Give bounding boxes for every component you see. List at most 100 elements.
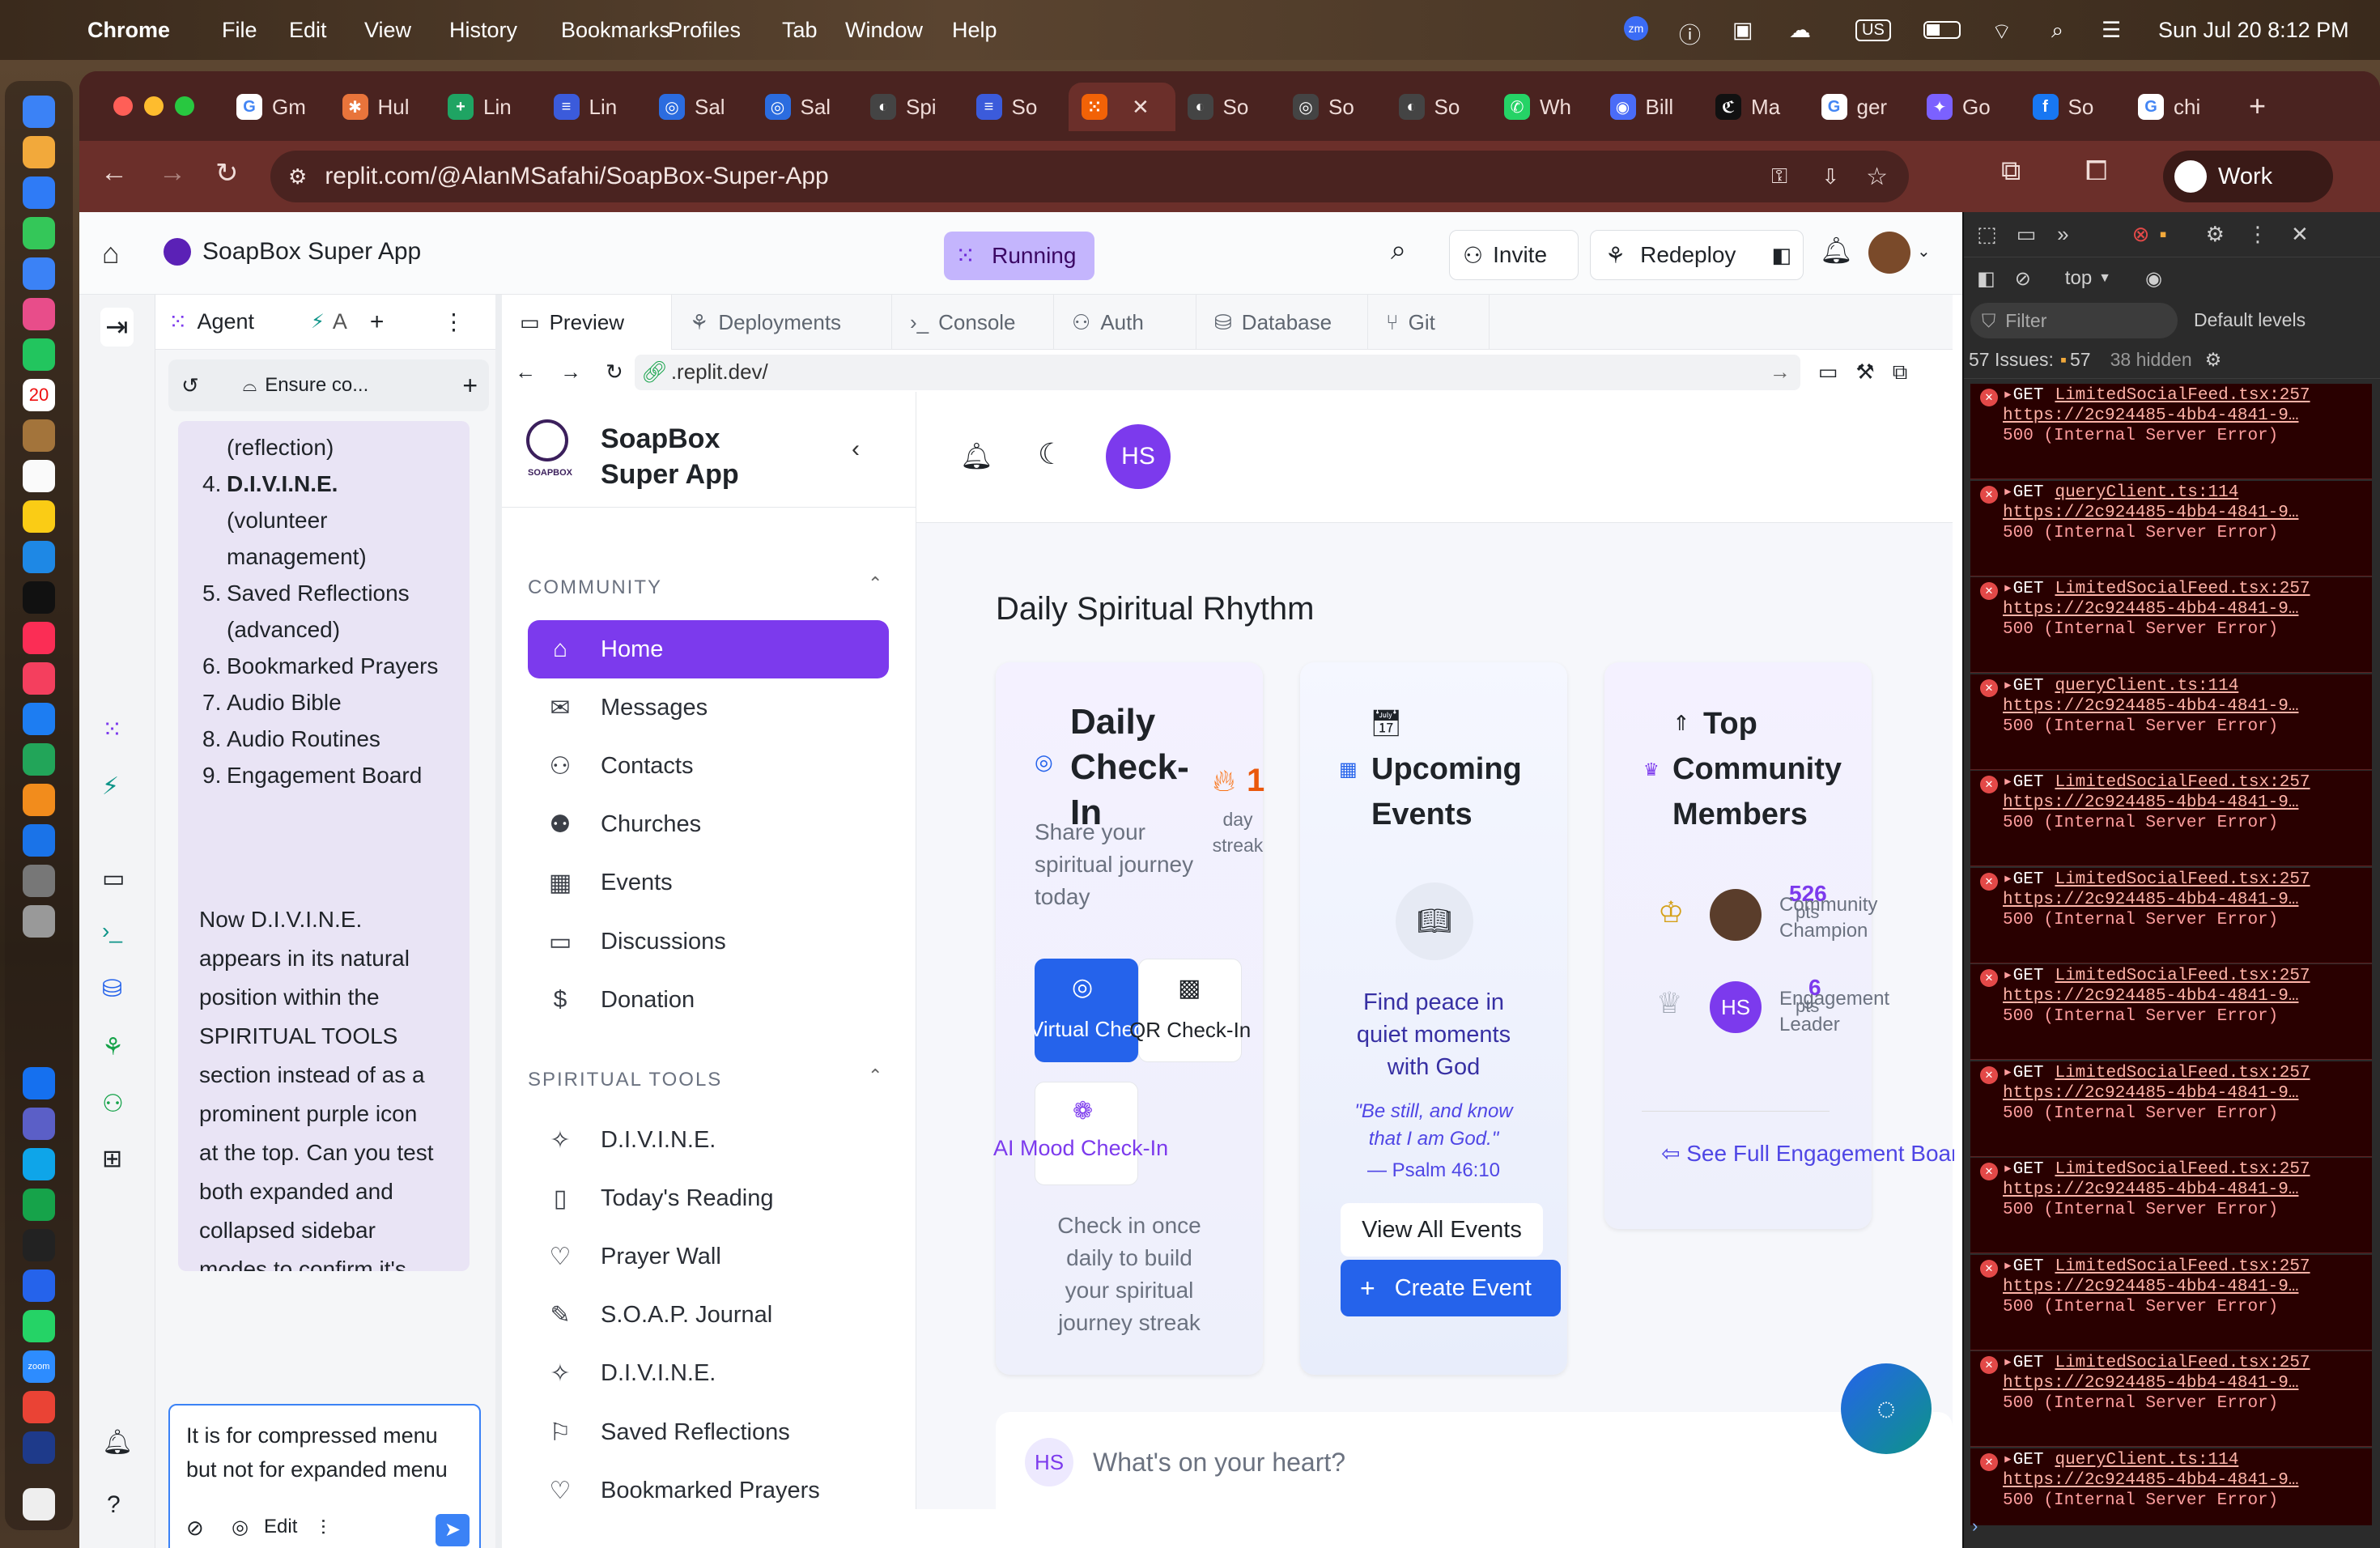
browser-tab[interactable]: ✦ Go — [1914, 83, 2019, 131]
browser-tab[interactable]: ◎ So — [1280, 83, 1385, 131]
bookmark-star-icon[interactable]: ☆ — [1866, 163, 1888, 191]
help-icon[interactable]: ? — [107, 1491, 121, 1519]
error-source-link[interactable]: LimitedSocialFeed.tsx:257 — [2055, 773, 2310, 792]
see-full-board-link[interactable]: ⇦ See Full Engagement Board — [1661, 1140, 1954, 1172]
minimize-window-button[interactable] — [144, 96, 164, 116]
section-spiritual-tools[interactable]: SPIRITUAL TOOLS — [528, 1069, 722, 1091]
menubar-app-name[interactable]: Chrome — [87, 18, 170, 43]
dock-app-icon[interactable] — [23, 1148, 55, 1180]
error-source-link[interactable]: LimitedSocialFeed.tsx:257 — [2055, 1354, 2310, 1372]
extensions-icon[interactable]: ⧉ — [2001, 155, 2021, 187]
menubar-item[interactable]: Tab — [782, 18, 818, 43]
error-source-link[interactable]: LimitedSocialFeed.tsx:257 — [2055, 967, 2310, 985]
browser-tab[interactable]: ≡ Lin — [541, 83, 646, 131]
devtools-close-icon[interactable]: ✕ — [2291, 222, 2309, 247]
messages-icon[interactable] — [23, 217, 55, 249]
project-name[interactable]: SoapBox Super App — [202, 238, 421, 266]
whatsapp-icon[interactable] — [23, 1310, 55, 1342]
browser-tab[interactable]: ◐ So — [1386, 83, 1491, 131]
menubar-item[interactable]: Profiles — [668, 18, 741, 43]
error-source-link[interactable]: LimitedSocialFeed.tsx:257 — [2055, 386, 2310, 405]
alerts-icon[interactable]: 🔔︎ — [102, 1428, 133, 1457]
numbers-icon[interactable] — [23, 743, 55, 776]
auth-tool-icon[interactable]: ⚇ — [102, 1090, 124, 1118]
sidebar-item-messages[interactable]: ✉ Messages — [528, 678, 889, 737]
console-error-row[interactable]: ✕ ▸GET queryClient.ts:114 https://2c924485-… — [1970, 674, 2372, 770]
collapse-sidebar-icon[interactable]: ‹ — [852, 436, 860, 463]
browser-tab[interactable]: ℭ Ma — [1702, 83, 1808, 131]
all-tools-icon[interactable]: ⊞ — [102, 1145, 122, 1173]
sidebar-item-contacts[interactable]: ⚇ Contacts — [528, 737, 889, 795]
view-all-events-button[interactable]: View All Events — [1341, 1203, 1543, 1257]
expand-triangle-icon[interactable]: ▸ — [2003, 967, 2013, 985]
browser-tab[interactable]: ◉ Bill — [1597, 83, 1702, 131]
spotlight-icon[interactable]: ⌕ — [2051, 18, 2063, 44]
invite-button[interactable]: ⚇ Invite — [1449, 230, 1579, 280]
sidebar-item-d-i-v-i-n-e-[interactable]: ✧ D.I.V.I.N.E. — [528, 1111, 889, 1169]
warning-count-icon[interactable]: ▪ — [2159, 222, 2166, 247]
expand-triangle-icon[interactable]: ▸ — [2003, 1451, 2013, 1469]
tab-preview[interactable]: ▭ Preview — [502, 295, 672, 350]
deployments-tool-icon[interactable]: ⚘ — [102, 1033, 124, 1061]
console-error-row[interactable]: ✕ ▸GET LimitedSocialFeed.tsx:257 https://2c… — [1970, 1061, 2372, 1157]
error-url-link[interactable]: https://2c924485-4bb4-4841-9… — [2003, 1180, 2367, 1200]
agent-tab[interactable]: Agent — [197, 309, 254, 334]
teams-icon[interactable] — [23, 1108, 55, 1140]
panel-resizer[interactable] — [495, 295, 502, 1548]
keynote-icon[interactable] — [23, 703, 55, 735]
tv-icon[interactable] — [23, 581, 55, 614]
error-url-link[interactable]: https://2c924485-4bb4-4841-9… — [2003, 1470, 2367, 1491]
site-info-icon[interactable]: ⚙ — [288, 164, 307, 189]
console-error-row[interactable]: ✕ ▸GET LimitedSocialFeed.tsx:257 https://2c… — [1970, 964, 2372, 1060]
error-source-link[interactable]: LimitedSocialFeed.tsx:257 — [2055, 1160, 2310, 1179]
tab-auth[interactable]: ⚇ Auth — [1054, 295, 1196, 350]
browser-tab[interactable]: Gchi — [2125, 83, 2230, 131]
qr-checkin-button[interactable]: ▩ QR Check-In — [1129, 959, 1251, 1062]
reminders-icon[interactable] — [23, 460, 55, 492]
chat-fab-button[interactable]: ◌ — [1841, 1363, 1932, 1454]
console-error-row[interactable]: ✕ ▸GET LimitedSocialFeed.tsx:257 https://2c… — [1970, 867, 2372, 963]
console-error-row[interactable]: ✕ ▸GET LimitedSocialFeed.tsx:257 https://2c… — [1970, 1254, 2372, 1350]
inspect-icon[interactable]: ⬚ — [1977, 222, 1997, 247]
calendar-icon[interactable]: 20 — [23, 379, 55, 411]
downloads-icon[interactable] — [23, 1488, 55, 1520]
error-url-link[interactable]: https://2c924485-4bb4-4841-9… — [2003, 599, 2367, 619]
preview-back-icon[interactable]: ← — [515, 359, 536, 385]
devtools-settings-icon[interactable]: ⚙ — [2206, 222, 2225, 247]
thread-title[interactable]: Ensure co... — [265, 374, 368, 397]
sidebar-item-events[interactable]: ▦ Events — [528, 854, 889, 912]
new-tab-plus-icon[interactable]: + — [370, 308, 385, 336]
launchpad-icon[interactable] — [23, 136, 55, 168]
expand-triangle-icon[interactable]: ▸ — [2003, 1257, 2013, 1276]
console-error-row[interactable]: ✕ ▸GET LimitedSocialFeed.tsx:257 https://2c… — [1970, 577, 2372, 673]
browser-tab[interactable]: ≡ So — [963, 83, 1069, 131]
device-icon[interactable]: ▭ — [1818, 359, 1838, 385]
browser-tab[interactable]: ◐ Spi — [857, 83, 963, 131]
notifications-icon[interactable]: 🔔︎ — [1820, 235, 1853, 266]
user-avatar[interactable] — [1868, 232, 1910, 274]
bell-icon[interactable]: 🔔︎ — [960, 440, 993, 471]
preview-url-field[interactable]: 🔗︎ .replit.dev/ → — [634, 354, 1800, 390]
expand-triangle-icon[interactable]: ▸ — [2003, 1160, 2013, 1179]
sidebar-item-discussions[interactable]: ▭ Discussions — [528, 912, 889, 971]
freeform-icon[interactable] — [23, 541, 55, 573]
menubar-item[interactable]: File — [222, 18, 257, 43]
weather-icon[interactable]: ☁ — [1789, 18, 1811, 43]
browser-tab[interactable]: ✱ Hul — [329, 83, 435, 131]
attach-icon[interactable]: ⊘ — [186, 1516, 204, 1541]
error-url-link[interactable]: https://2c924485-4bb4-4841-9… — [2003, 890, 2367, 910]
expand-triangle-icon[interactable]: ▸ — [2003, 773, 2013, 792]
chevron-down-icon[interactable]: ⌄ — [1917, 241, 1931, 262]
back-icon[interactable]: ← — [100, 157, 128, 189]
console-error-row[interactable]: ✕ ▸GET queryClient.ts:114 https://2c924485-… — [1970, 480, 2372, 576]
tab-deployments[interactable]: ⚘ Deployments — [672, 295, 892, 350]
edit-mode-icon[interactable]: ◎ — [232, 1516, 249, 1539]
close-tab-icon[interactable]: ✕ — [1132, 95, 1150, 120]
browser-tab[interactable]: Gger — [1808, 83, 1914, 131]
control-center-icon[interactable]: ☰ — [2102, 18, 2121, 43]
zoom-icon[interactable]: zoom — [23, 1350, 55, 1383]
sidebar-item-s-o-a-p-journal[interactable]: ✎ S.O.A.P. Journal — [528, 1286, 889, 1345]
contacts-icon[interactable] — [23, 419, 55, 452]
console-error-row[interactable]: ✕ ▸GET LimitedSocialFeed.tsx:257 https://2c… — [1970, 771, 2372, 866]
assistant-tool-icon[interactable]: ⚡ — [102, 772, 119, 801]
